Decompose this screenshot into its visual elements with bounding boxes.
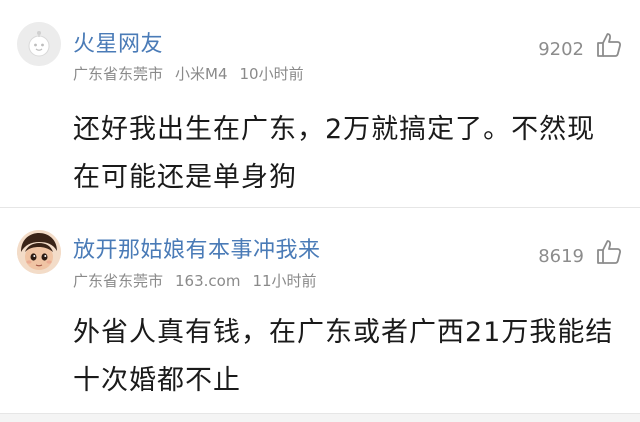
comment-meta: 广东省东莞市 小米M4 10小时前 (73, 63, 316, 84)
username[interactable]: 火星网友 (73, 26, 163, 58)
avatar[interactable] (17, 22, 61, 66)
device-text: 小米M4 (175, 65, 228, 83)
comment-text: 外省人真有钱，在广东或者广西21万我能结十次婚都不止 (73, 317, 614, 396)
comment-text: 还好我出生在广东，2万就搞定了。不然现在可能还是单身狗 (73, 114, 596, 193)
username[interactable]: 放开那姑娘有本事冲我来 (73, 232, 321, 264)
cartoon-girl-avatar (17, 230, 61, 274)
default-avatar-icon (17, 22, 61, 66)
avatar[interactable] (17, 230, 61, 274)
list-separator (0, 414, 640, 422)
timestamp: 10小时前 (239, 65, 304, 83)
comment-item: 火星网友 广东省东莞市 小米M4 10小时前 9202 还好我出生在广东，2万就搞定… (0, 0, 640, 208)
comment-item: 放开那姑娘有本事冲我来 广东省东莞市 163.com 11小时前 8619 外省人真… (0, 209, 640, 414)
location-text: 广东省东莞市 (73, 65, 164, 83)
thumbs-up-icon[interactable] (594, 237, 624, 267)
comment-meta: 广东省东莞市 163.com 11小时前 (73, 270, 329, 291)
thumbs-up-icon[interactable] (594, 30, 624, 60)
location-text: 广东省东莞市 (73, 272, 164, 290)
like-count: 9202 (538, 39, 584, 60)
device-text: 163.com (175, 272, 241, 290)
like-count: 8619 (538, 246, 584, 267)
timestamp: 11小时前 (252, 272, 317, 290)
